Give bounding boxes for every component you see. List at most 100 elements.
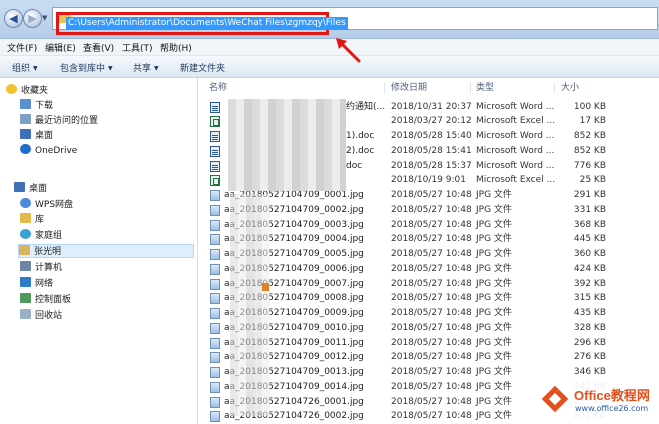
file-size: 776 KB (573, 160, 606, 171)
menu-edit[interactable]: 编辑(E) (45, 41, 76, 54)
image-file-icon (210, 411, 220, 423)
forward-button[interactable]: ▶ (23, 9, 42, 28)
back-button[interactable]: ◀ (4, 9, 23, 28)
nav-favorites-header[interactable]: 收藏夹 (6, 84, 48, 98)
image-file-icon (210, 263, 220, 275)
image-file-icon (210, 367, 220, 378)
nav-item-desktop-fav[interactable]: 桌面 (20, 129, 53, 143)
watermark-url: www.office26.com (575, 404, 649, 413)
file-date: 2018/05/27 10:48 (391, 278, 472, 289)
network-icon (20, 277, 31, 287)
arrow-right-icon: ▶ (28, 12, 37, 25)
redaction-mark (262, 283, 269, 291)
nav-item-recent-places[interactable]: 最近访问的位置 (20, 114, 98, 128)
file-date: 2018/05/27 10:48 (391, 352, 472, 363)
file-size: 331 KB (573, 204, 606, 215)
column-header-date[interactable]: 修改日期 (391, 80, 427, 97)
desktop-icon (14, 182, 25, 192)
file-size: 852 KB (573, 145, 606, 156)
column-header-size[interactable]: 大小 (561, 80, 579, 97)
file-date: 2018/05/27 10:48 (391, 219, 472, 230)
file-size: 368 KB (573, 219, 606, 230)
nav-item-libraries[interactable]: 库 (20, 213, 44, 227)
file-date: 2018/05/27 10:48 (391, 396, 472, 407)
image-file-icon (210, 396, 220, 408)
command-bar: 组织 ▼ 包含到库中 ▼ 共享 ▼ 新建文件夹 (0, 56, 659, 78)
column-separator[interactable] (384, 82, 385, 94)
caret-down-icon: ▼ (33, 65, 38, 72)
file-date: 2018/05/27 10:48 (391, 204, 472, 215)
menu-tools[interactable]: 工具(T) (122, 41, 153, 54)
computer-icon (20, 261, 31, 271)
nav-item-network[interactable]: 网络 (20, 277, 53, 291)
file-type: JPG 文件 (476, 367, 512, 377)
file-date: 2018/05/27 10:48 (391, 411, 472, 422)
office-logo-icon (541, 385, 569, 413)
recent-places-icon (20, 114, 31, 124)
image-file-icon (210, 249, 220, 260)
nav-item-downloads[interactable]: 下载 (20, 99, 53, 113)
file-date: 2018/05/27 10:48 (391, 367, 472, 377)
nav-item-wps-drive[interactable]: WPS网盘 (20, 198, 73, 212)
file-type: JPG 文件 (476, 263, 512, 274)
file-name: doc (346, 160, 363, 171)
file-size: 17 KB (579, 116, 606, 127)
column-separator[interactable] (554, 82, 555, 94)
file-date: 2018/05/27 10:48 (391, 381, 472, 392)
file-type: Microsoft Word ... (476, 131, 555, 141)
file-date: 2018/10/31 20:37 (391, 101, 472, 112)
download-folder-icon (20, 99, 31, 109)
file-date: 2018/05/27 10:48 (391, 234, 472, 245)
menu-view[interactable]: 查看(V) (83, 41, 114, 54)
menu-help[interactable]: 帮助(H) (160, 41, 192, 54)
image-file-icon (210, 234, 220, 246)
organize-button[interactable]: 组织 ▼ (12, 61, 38, 74)
image-file-icon (210, 337, 220, 349)
file-date: 2018/05/27 10:48 (391, 263, 472, 274)
file-type: JPG 文件 (476, 278, 512, 289)
nav-item-onedrive[interactable]: OneDrive (20, 144, 77, 158)
image-file-icon (210, 219, 220, 231)
file-name: 2).doc (346, 145, 375, 156)
file-size: 276 KB (573, 352, 606, 363)
file-type: JPG 文件 (476, 293, 512, 304)
new-folder-button[interactable]: 新建文件夹 (180, 61, 225, 74)
image-file-icon (210, 293, 220, 305)
include-in-library-button[interactable]: 包含到库中 ▼ (60, 61, 113, 74)
file-type: Microsoft Word ... (476, 160, 555, 171)
share-button[interactable]: 共享 ▼ (133, 61, 159, 74)
address-path-text[interactable]: C:\Users\Administrator\Documents\WeChat … (66, 17, 348, 30)
file-date: 2018/03/27 20:12 (391, 116, 472, 127)
menu-bar: 文件(F) 编辑(E) 查看(V) 工具(T) 帮助(H) (0, 39, 659, 56)
column-separator[interactable] (470, 82, 471, 94)
image-file-icon (210, 352, 220, 364)
file-type: JPG 文件 (476, 322, 512, 333)
file-size: 360 KB (573, 249, 606, 259)
column-header-name[interactable]: 名称 (209, 80, 227, 97)
file-date: 2018/05/27 10:48 (391, 293, 472, 304)
menu-file[interactable]: 文件(F) (7, 41, 37, 54)
recent-pages-dropdown-icon[interactable]: ▼ (42, 14, 47, 22)
nav-item-computer[interactable]: 计算机 (20, 261, 62, 275)
nav-item-homegroup[interactable]: 家庭组 (20, 229, 62, 243)
file-date: 2018/10/19 9:01 (391, 175, 466, 186)
file-size: 296 KB (573, 337, 606, 348)
file-date: 2018/05/28 15:41 (391, 145, 472, 156)
file-size: 346 KB (573, 367, 606, 377)
excel-file-icon (210, 116, 220, 128)
nav-desktop-header[interactable]: 桌面 (14, 182, 47, 196)
nav-item-recycle-bin[interactable]: 回收站 (20, 309, 62, 323)
file-size: 392 KB (573, 278, 606, 289)
image-file-icon (210, 322, 220, 334)
image-file-icon (210, 190, 220, 201)
control-panel-icon (20, 293, 31, 303)
file-size: 291 KB (573, 190, 606, 200)
file-name: 约通知(... (346, 101, 386, 112)
file-size: 25 KB (579, 175, 606, 186)
nav-item-user-folder[interactable]: 张光明 (18, 244, 194, 258)
user-folder-icon (19, 245, 30, 255)
homegroup-icon (20, 229, 31, 239)
column-header-type[interactable]: 类型 (476, 80, 494, 97)
nav-item-control-panel[interactable]: 控制面板 (20, 293, 71, 307)
file-type: JPG 文件 (476, 249, 512, 259)
